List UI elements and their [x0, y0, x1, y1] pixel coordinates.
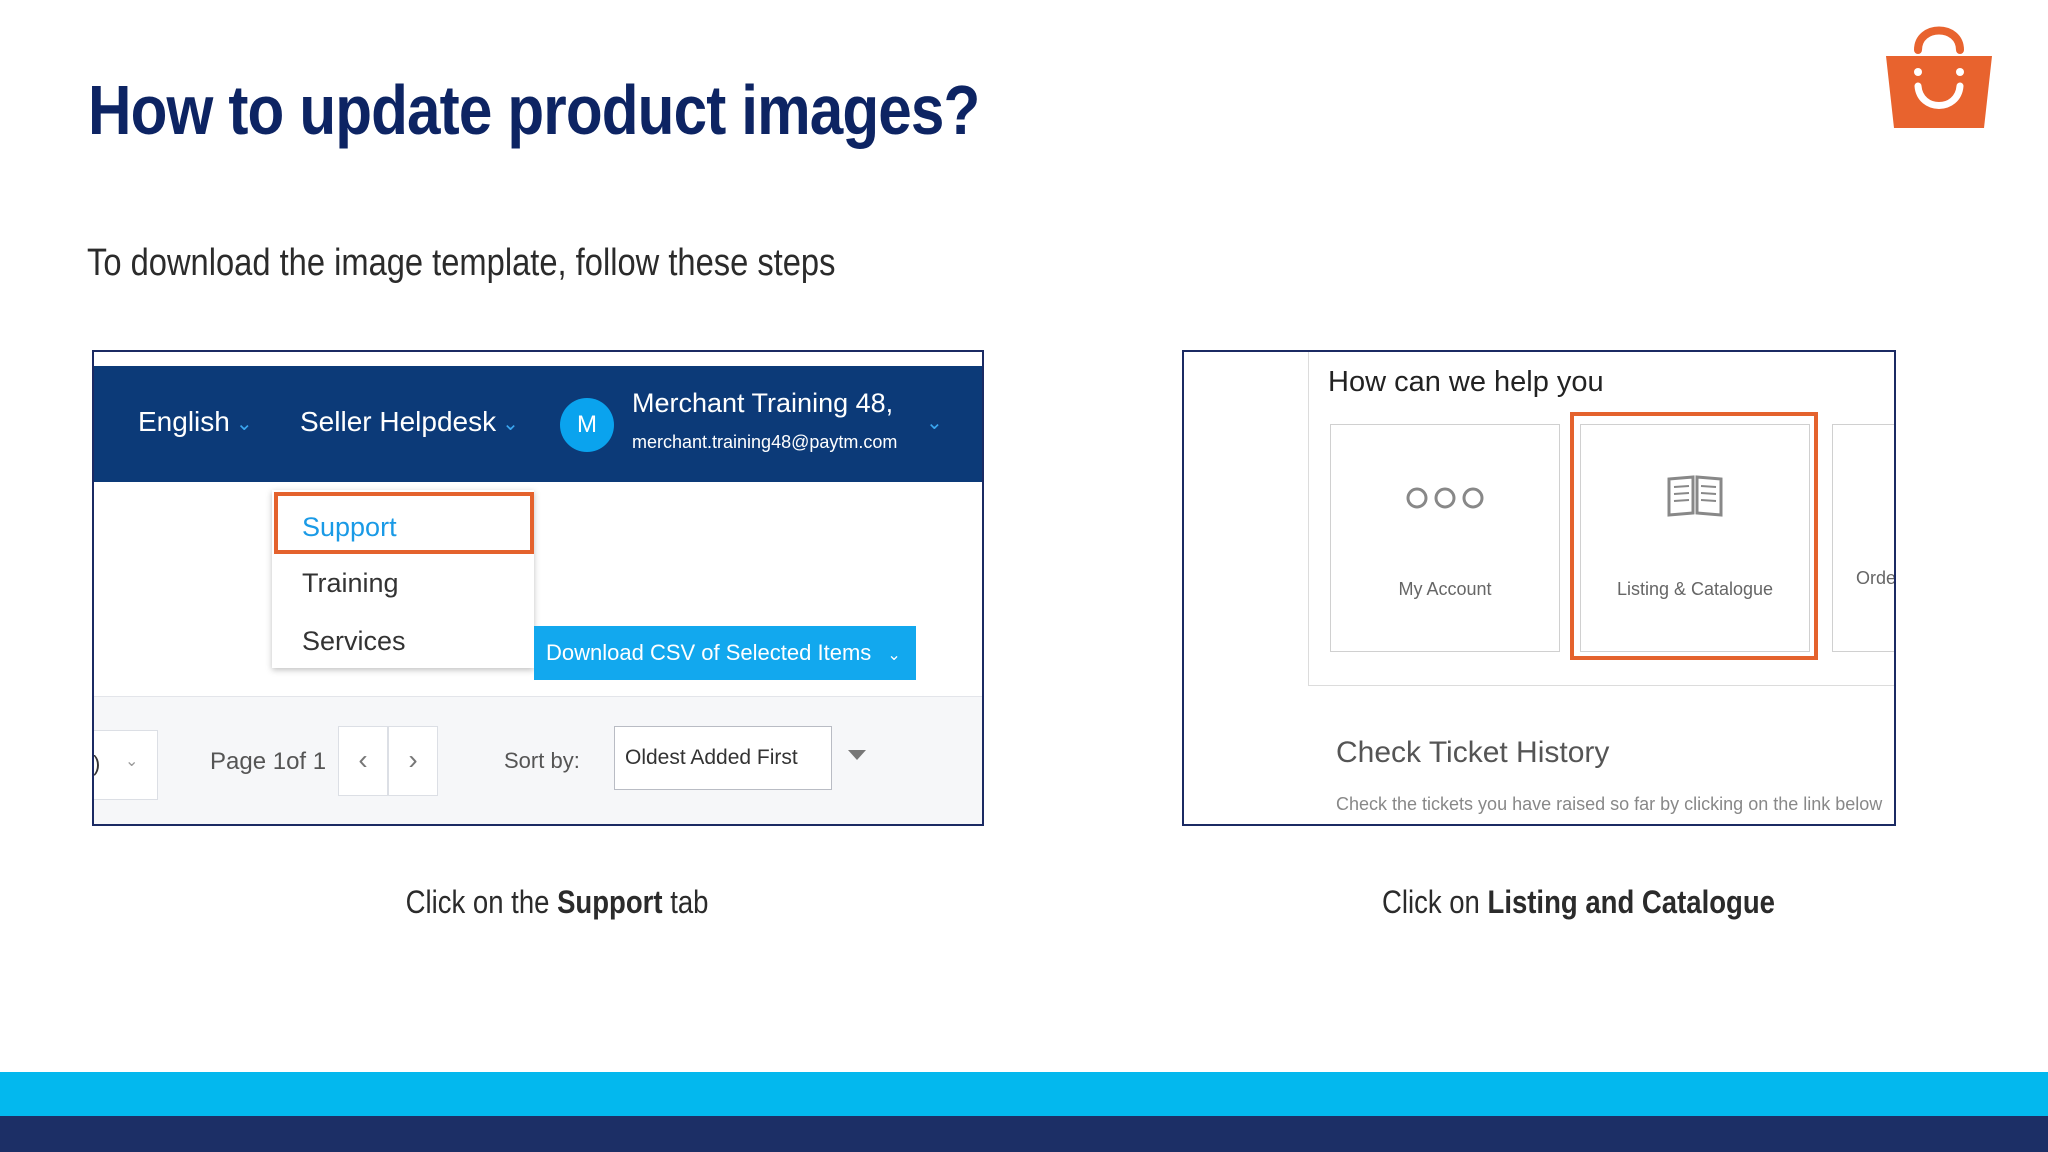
chevron-left-icon: ‹	[358, 744, 368, 775]
prev-page-button[interactable]: ‹	[338, 726, 388, 796]
support-tab-screenshot: English ⌄ Seller Helpdesk ⌄ M Merchant Tra…	[92, 350, 984, 826]
helpdesk-label: Seller Helpdesk	[300, 406, 497, 437]
caption-bold: Listing and Catalogue	[1487, 884, 1775, 920]
help-heading: How can we help you	[1328, 366, 1604, 398]
caption-text: tab	[662, 884, 709, 920]
seller-helpdesk-menu[interactable]: Seller Helpdesk ⌄	[300, 406, 519, 438]
page-indicator: Page 1of 1	[210, 748, 327, 775]
card-orders[interactable]	[1832, 424, 1894, 652]
per-page-value: )	[93, 751, 101, 776]
user-email: merchant.training48@paytm.com	[632, 432, 898, 452]
listing-highlight-box	[1570, 412, 1818, 660]
chevron-down-icon: ⌄	[887, 647, 901, 664]
listing-catalogue-screenshot: How can we help you My Account Listing &…	[1182, 350, 1896, 826]
language-selector[interactable]: English ⌄	[138, 406, 253, 438]
dots-icon	[1331, 485, 1559, 516]
caption-text: Click on the	[405, 884, 558, 920]
check-ticket-history-link[interactable]: Check Ticket History	[1336, 736, 1609, 770]
footer-band-dark	[0, 1116, 2048, 1152]
download-csv-label: Download CSV of Selected Items	[546, 640, 872, 665]
card-label: Orde	[1856, 568, 1896, 588]
caption-listing: Click on Listing and Catalogue	[1382, 884, 1775, 921]
download-csv-button[interactable]: Download CSV of Selected Items ⌄	[534, 626, 916, 680]
support-highlight-box	[274, 492, 534, 554]
chevron-down-icon: ⌄	[502, 413, 519, 436]
sort-label: Sort by:	[504, 748, 580, 773]
chevron-down-icon: ⌄	[235, 413, 253, 436]
sort-select[interactable]: Oldest Added First	[614, 726, 832, 790]
caption-bold: Support	[557, 884, 663, 920]
user-name: Merchant Training 48,	[632, 388, 894, 418]
history-description: Check the tickets you have raised so far…	[1336, 794, 1883, 814]
footer-band-light	[0, 1072, 2048, 1116]
per-page-select[interactable]: ) ⌄	[93, 730, 158, 800]
shopping-bag-icon	[1886, 26, 1992, 128]
caption-support: Click on the Support tab	[406, 884, 709, 921]
top-nav-bar: English ⌄ Seller Helpdesk ⌄ M Merchant Tra…	[94, 366, 982, 482]
chevron-down-icon[interactable]: ⌄	[926, 410, 943, 435]
slide-title: How to update product images?	[88, 71, 980, 149]
caret-down-icon[interactable]	[848, 750, 866, 760]
caption-text: Click on	[1381, 884, 1488, 920]
slide-subtitle: To download the image template, follow t…	[87, 242, 836, 284]
card-label: My Account	[1398, 579, 1492, 599]
language-label: English	[138, 406, 230, 437]
avatar[interactable]: M	[560, 398, 614, 452]
next-page-button[interactable]: ›	[388, 726, 438, 796]
card-my-account[interactable]: My Account	[1330, 424, 1560, 652]
menu-item-training[interactable]: Training	[302, 568, 399, 599]
chevron-down-icon: ⌄	[125, 753, 139, 770]
menu-item-services[interactable]: Services	[302, 626, 406, 657]
chevron-right-icon: ›	[408, 744, 418, 775]
